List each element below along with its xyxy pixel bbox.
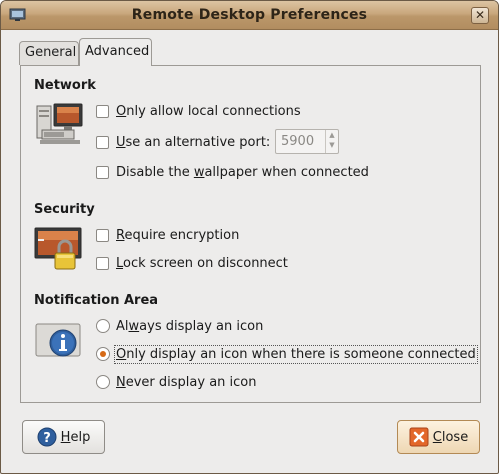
close-x-icon xyxy=(409,427,429,447)
require-encryption-row[interactable]: Require encryption xyxy=(96,225,239,245)
alt-port-label: Use an alternative port: xyxy=(116,134,271,150)
help-icon: ? xyxy=(37,427,57,447)
lock-screen-label: Lock screen on disconnect xyxy=(116,255,288,271)
notification-section-title: Notification Area xyxy=(34,293,159,308)
never-display-label: Never display an icon xyxy=(116,374,257,390)
only-local-row[interactable]: Only allow local connections xyxy=(96,101,301,121)
disable-wallpaper-label: Disable the wallpaper when connected xyxy=(116,164,369,180)
window-title: Remote Desktop Preferences xyxy=(131,7,368,23)
alt-port-row[interactable]: Use an alternative port: xyxy=(96,132,270,152)
title-bar[interactable]: Remote Desktop Preferences ✕ xyxy=(1,1,498,30)
lock-screen-icon xyxy=(34,227,82,270)
port-value: 5900 xyxy=(281,134,315,149)
port-spinbutton[interactable]: 5900 ▲ ▼ xyxy=(275,129,339,154)
lock-screen-row[interactable]: Lock screen on disconnect xyxy=(96,253,288,273)
require-encryption-label: Require encryption xyxy=(116,227,240,243)
only-connected-radio[interactable] xyxy=(96,347,110,361)
never-display-radio[interactable] xyxy=(96,375,110,389)
window-close-button[interactable]: ✕ xyxy=(471,7,489,24)
only-connected-row[interactable]: Only display an icon when there is someo… xyxy=(96,344,478,364)
disable-wallpaper-checkbox[interactable] xyxy=(96,165,109,179)
never-display-row[interactable]: Never display an icon xyxy=(96,372,256,392)
disable-wallpaper-row[interactable]: Disable the wallpaper when connected xyxy=(96,162,369,182)
security-section-title: Security xyxy=(34,202,95,217)
preferences-window: Remote Desktop Preferences ✕ General Adv… xyxy=(0,0,499,474)
help-button[interactable]: ? Help xyxy=(22,420,105,454)
lock-screen-checkbox[interactable] xyxy=(96,256,109,270)
port-stepper-arrows[interactable]: ▲ ▼ xyxy=(325,130,338,153)
tab-general[interactable]: General xyxy=(19,41,79,65)
info-icon xyxy=(35,323,81,357)
svg-text:?: ? xyxy=(43,431,51,446)
tab-advanced[interactable]: Advanced xyxy=(79,38,152,67)
network-computers-icon xyxy=(36,103,83,144)
close-button[interactable]: Close xyxy=(397,420,480,454)
only-local-label: Only allow local connections xyxy=(116,103,301,119)
always-display-row[interactable]: Always display an icon xyxy=(96,316,263,336)
require-encryption-checkbox[interactable] xyxy=(96,228,109,242)
alt-port-checkbox[interactable] xyxy=(96,135,109,149)
only-connected-label: Only display an icon when there is someo… xyxy=(114,344,478,364)
network-section-title: Network xyxy=(34,78,96,93)
close-label: Close xyxy=(432,429,469,445)
help-label: Help xyxy=(60,429,91,445)
always-display-radio[interactable] xyxy=(96,319,110,333)
always-display-label: Always display an icon xyxy=(116,318,264,334)
only-local-checkbox[interactable] xyxy=(96,104,109,118)
